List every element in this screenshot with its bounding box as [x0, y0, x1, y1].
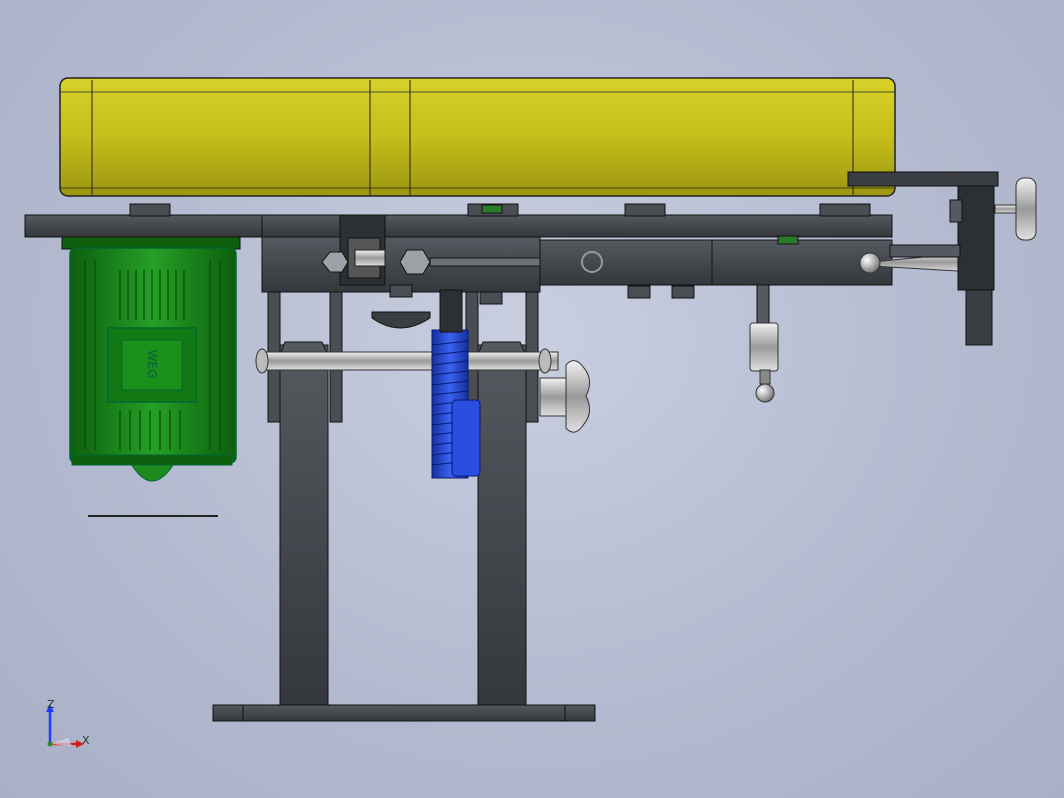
crank-shaft[interactable]	[255, 348, 559, 374]
drill-press-assembly-model[interactable]: WEG	[0, 0, 1064, 798]
electric-motor[interactable]: WEG	[61, 236, 241, 517]
feed-lever-handle[interactable]	[847, 171, 999, 346]
spindle-probe[interactable]	[749, 284, 779, 403]
belt-guard[interactable]	[59, 77, 896, 197]
base-plate[interactable]	[212, 704, 596, 722]
worm-gear[interactable]	[371, 289, 481, 479]
cad-viewport[interactable]: WEG Z X	[0, 0, 1064, 798]
motor-badge-text: WEG	[145, 350, 159, 379]
orientation-triad[interactable]: Z X	[38, 696, 98, 756]
axis-x-label: X	[82, 734, 90, 747]
axis-z-label: Z	[47, 698, 55, 711]
